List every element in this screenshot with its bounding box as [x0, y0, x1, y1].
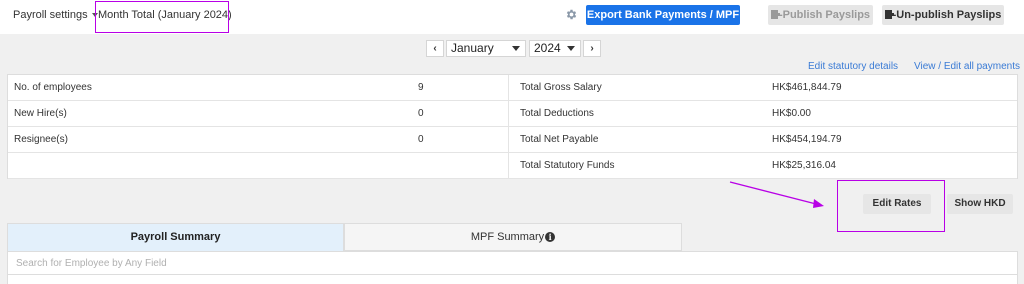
row-description: Total Statutory Funds	[520, 160, 615, 171]
row-amount: HK$461,844.79	[772, 82, 842, 93]
unpublish-payslips-label: -Un-publish Payslips	[892, 9, 1002, 21]
gear-icon[interactable]	[565, 8, 578, 21]
document-icon	[770, 10, 780, 19]
publish-payslips-label: -Publish Payslips	[778, 9, 871, 21]
table-row: Resignee(s) 0 Total Net Payable HK$454,1…	[8, 127, 1017, 153]
edit-statutory-details-link[interactable]: Edit statutory details	[808, 61, 898, 72]
month-select[interactable]: January	[446, 40, 526, 57]
next-month-button[interactable]: ›	[583, 40, 601, 57]
document-icon	[884, 10, 894, 19]
row-label: New Hire(s)	[14, 108, 67, 119]
employee-search-box	[7, 251, 1018, 275]
view-edit-payments-link[interactable]: View / Edit all payments	[914, 61, 1020, 72]
export-bank-payments-button[interactable]: Export Bank Payments / MPF	[586, 5, 740, 25]
row-description: Total Net Payable	[520, 134, 599, 145]
tab-mpf-summary[interactable]: MPF Summary i	[344, 223, 682, 251]
row-label: No. of employees	[14, 82, 92, 93]
employee-search-input[interactable]	[8, 252, 1017, 274]
unpublish-payslips-button[interactable]: -Un-publish Payslips	[882, 5, 1004, 25]
payroll-summary-table: No. of employees 9 Total Gross Salary HK…	[7, 74, 1018, 179]
show-hkd-button[interactable]: Show HKD	[947, 194, 1013, 214]
payroll-settings-label: Payroll settings	[13, 9, 88, 21]
publish-payslips-button[interactable]: -Publish Payslips	[768, 5, 873, 25]
table-row: No. of employees 9 Total Gross Salary HK…	[8, 75, 1017, 101]
month-select-value: January	[451, 41, 494, 55]
row-count: 9	[418, 82, 424, 93]
payroll-page: Payroll settings Month Total (January 20…	[0, 0, 1024, 284]
row-description: Total Deductions	[520, 108, 594, 119]
row-count: 0	[418, 108, 424, 119]
payroll-settings-dropdown[interactable]: Payroll settings	[13, 9, 98, 21]
info-icon[interactable]: i	[545, 232, 556, 242]
row-amount: HK$454,194.79	[772, 134, 842, 145]
annotation-highlight-box	[95, 1, 229, 33]
tab-label: MPF Summary	[470, 231, 545, 243]
row-amount: HK$0.00	[772, 108, 811, 119]
annotation-arrow-icon	[729, 181, 824, 208]
table-body-area	[7, 275, 1018, 284]
year-select-value: 2024	[534, 41, 561, 55]
previous-month-button[interactable]: ‹	[426, 40, 444, 57]
table-row: New Hire(s) 0 Total Deductions HK$0.00	[8, 101, 1017, 127]
row-description: Total Gross Salary	[520, 82, 602, 93]
chevron-down-icon	[512, 46, 520, 51]
column-divider	[508, 75, 509, 178]
row-count: 0	[418, 134, 424, 145]
tab-payroll-summary[interactable]: Payroll Summary	[7, 223, 344, 251]
edit-rates-button[interactable]: Edit Rates	[863, 194, 931, 214]
row-amount: HK$25,316.04	[772, 160, 836, 171]
table-row: Total Statutory Funds HK$25,316.04	[8, 153, 1017, 179]
year-select[interactable]: 2024	[529, 40, 581, 57]
tab-label: Payroll Summary	[130, 231, 221, 243]
chevron-down-icon	[567, 46, 575, 51]
row-label: Resignee(s)	[14, 134, 68, 145]
